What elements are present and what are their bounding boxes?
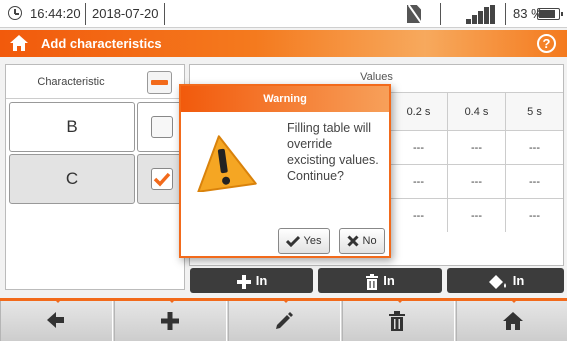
value-cell[interactable]: --- [447,130,505,164]
minus-icon [151,80,168,85]
dialog-message-line: Filling table will [287,121,372,135]
yes-button[interactable]: Yes [278,228,330,254]
back-arrow-icon [47,312,64,328]
plus-icon [161,312,179,330]
trash-icon [366,273,379,290]
status-date: 2018-07-20 [92,6,159,21]
value-cell[interactable]: --- [505,164,563,198]
characteristics-header: Characteristic [6,65,184,99]
warning-icon [197,135,257,192]
add-button[interactable] [114,298,227,341]
characteristics-table: Characteristic B C [5,64,185,290]
characteristic-row-b[interactable]: B [9,102,135,152]
bottom-toolbar [0,298,567,341]
column-header: 0.4 s [447,92,505,130]
checkmark-icon [286,236,301,248]
toolbar-notch [281,298,291,303]
divider [164,3,165,25]
battery-level [539,10,555,18]
sd-card-disabled-icon [407,5,421,23]
dialog-message-line: Continue? [287,169,344,183]
title-bar: Add characteristics ? [0,30,567,57]
divider [440,3,441,25]
warning-dialog: Warning Filling table will override exci… [179,84,391,258]
paint-bucket-icon [488,274,506,289]
home-button[interactable] [456,298,567,341]
dialog-message-line: excisting values. [287,153,379,167]
divider [85,3,86,25]
toolbar-notch [509,298,519,303]
value-cell[interactable]: --- [505,198,563,232]
home-icon [503,312,523,330]
add-in-button[interactable]: In [190,268,313,293]
column-header: 0.2 s [389,92,447,130]
delete-button[interactable] [342,298,455,341]
home-icon[interactable] [9,34,29,52]
help-icon[interactable]: ? [537,34,556,53]
back-button[interactable] [0,298,113,341]
clock-icon [8,6,22,20]
dialog-message: Filling table will override excisting va… [287,120,387,184]
dialog-title: Warning [181,86,389,112]
divider [505,3,506,25]
value-cell[interactable]: --- [447,198,505,232]
plus-icon [236,274,251,289]
fill-in-label: In [512,273,525,288]
checkbox-unchecked[interactable] [151,116,173,138]
column-header: 5 s [505,92,563,130]
toolbar-notch [167,298,177,303]
value-cell[interactable]: --- [447,164,505,198]
toolbar-notch [53,298,63,303]
cross-icon [347,235,359,247]
value-cell[interactable]: --- [389,198,447,232]
status-bar: 16:44:20 2018-07-20 83 % [0,0,567,28]
page-title: Add characteristics [41,36,162,51]
value-cell[interactable]: --- [389,130,447,164]
trash-icon [389,311,405,331]
dialog-message-line: override [287,137,333,151]
value-cell[interactable]: --- [505,130,563,164]
characteristic-checkbox-cell[interactable] [137,154,184,204]
checkmark-icon [153,172,171,187]
toolbar-notch [395,298,405,303]
battery-icon [537,8,563,20]
pencil-icon [276,312,293,329]
add-in-label: In [255,273,268,288]
characteristic-column-header: Characteristic [37,76,105,88]
characteristic-row-c[interactable]: C [9,154,135,204]
edit-button[interactable] [228,298,341,341]
delete-in-button[interactable]: In [318,268,442,293]
fill-in-button[interactable]: In [447,268,564,293]
delete-in-label: In [383,273,395,288]
checkbox-checked[interactable] [151,168,173,190]
select-all-toggle[interactable] [147,71,172,94]
characteristic-checkbox-cell[interactable] [137,102,184,152]
value-cell[interactable]: --- [389,164,447,198]
signal-bars-icon [466,5,496,24]
yes-label: Yes [303,235,322,248]
values-title: Values [360,71,393,83]
no-button[interactable]: No [339,228,385,254]
status-time: 16:44:20 [30,6,81,21]
no-label: No [362,235,377,248]
